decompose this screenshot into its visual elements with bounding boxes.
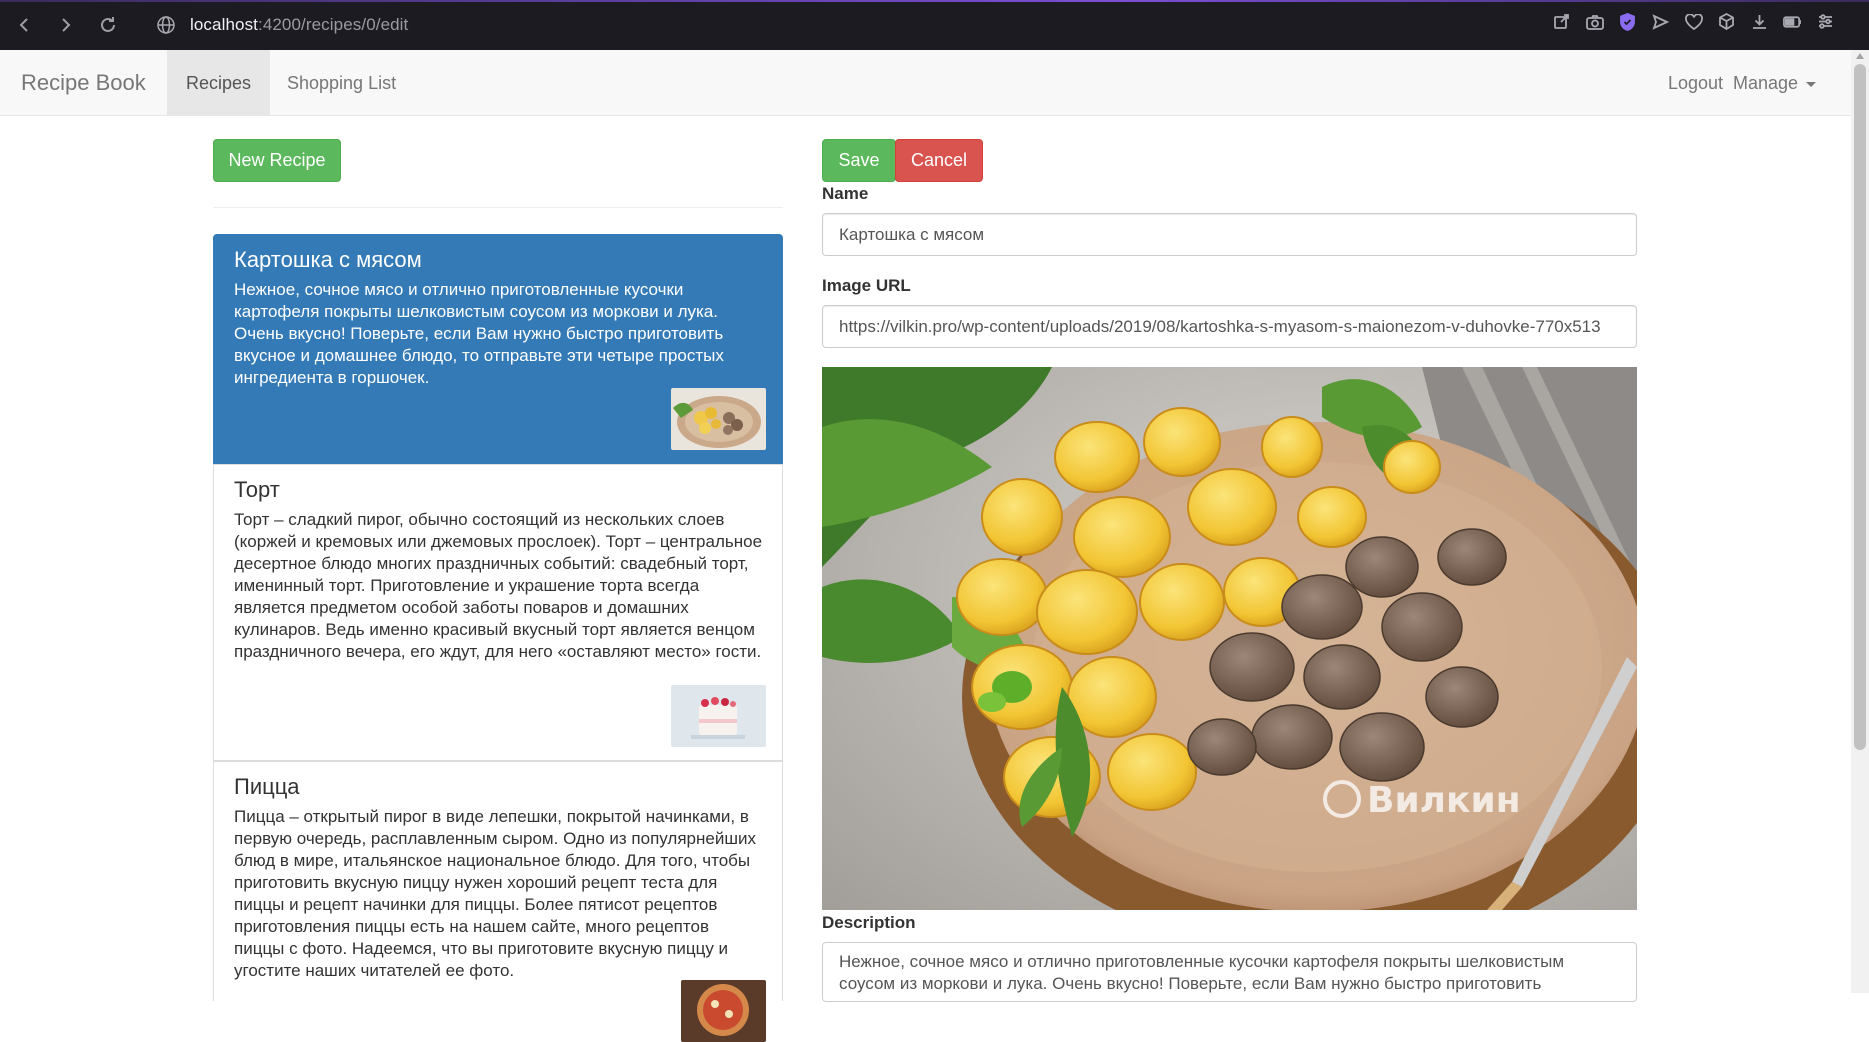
battery-icon[interactable] bbox=[1783, 12, 1802, 31]
recipe-thumbnail bbox=[671, 388, 766, 450]
recipe-name: Торт bbox=[234, 477, 280, 502]
share-icon[interactable] bbox=[1552, 12, 1571, 31]
brand-link[interactable]: Recipe Book bbox=[21, 50, 146, 116]
recipe-item[interactable]: Пицца Пицца – открытый пирог в виде лепе… bbox=[213, 761, 783, 1042]
recipe-image-preview: Вилкин bbox=[822, 367, 1637, 910]
image-url-label: Image URL bbox=[822, 276, 911, 295]
name-label: Name bbox=[822, 184, 869, 203]
download-icon[interactable] bbox=[1750, 12, 1769, 31]
recipe-name: Картошка с мясом bbox=[234, 247, 422, 272]
address-bar[interactable]: localhost:4200/recipes/0/edit bbox=[190, 15, 408, 35]
url-host: localhost bbox=[190, 15, 258, 34]
forward-icon[interactable] bbox=[48, 7, 84, 43]
name-input[interactable]: Картошка с мясом bbox=[822, 213, 1637, 256]
description-textarea[interactable]: Нежное, сочное мясо и отлично приготовле… bbox=[822, 942, 1637, 1002]
shield-icon[interactable] bbox=[1618, 12, 1637, 31]
save-button[interactable]: Save bbox=[822, 139, 896, 182]
recipe-description: Пицца – открытый пирог в виде лепешки, п… bbox=[234, 807, 756, 980]
cancel-button[interactable]: Cancel bbox=[895, 139, 983, 182]
divider bbox=[213, 207, 783, 208]
recipe-description: Нежное, сочное мясо и отлично приготовле… bbox=[234, 280, 724, 387]
manage-dropdown[interactable]: Manage bbox=[1714, 50, 1835, 116]
description-label: Description bbox=[822, 913, 916, 932]
recipe-name: Пицца bbox=[234, 774, 300, 799]
recipe-item[interactable]: Картошка с мясом Нежное, сочное мясо и о… bbox=[213, 234, 783, 464]
scroll-up-arrow-icon[interactable] bbox=[1856, 53, 1864, 59]
scroll-thumb[interactable] bbox=[1854, 64, 1866, 750]
browser-toolbar: localhost:4200/recipes/0/edit bbox=[0, 0, 1869, 50]
manage-label: Manage bbox=[1733, 73, 1799, 93]
caret-down-icon bbox=[1806, 81, 1817, 87]
watermark-text: Вилкин bbox=[1367, 780, 1521, 821]
image-url-input[interactable]: https://vilkin.pro/wp-content/uploads/20… bbox=[822, 305, 1637, 348]
reload-icon[interactable] bbox=[90, 7, 126, 43]
recipe-description: Торт – сладкий пирог, обычно состоящий и… bbox=[234, 510, 763, 661]
url-path: :4200/recipes/0/edit bbox=[258, 15, 409, 34]
recipe-thumbnail bbox=[671, 685, 766, 747]
recipe-thumbnail bbox=[681, 980, 766, 1042]
recipe-item[interactable]: Торт Торт – сладкий пирог, обычно состоя… bbox=[213, 464, 783, 761]
send-icon[interactable] bbox=[1651, 12, 1670, 31]
nav-recipes[interactable]: Recipes bbox=[167, 50, 271, 116]
settings-sliders-icon[interactable] bbox=[1816, 12, 1835, 31]
app-navbar: Recipe Book Recipes Shopping List Logout… bbox=[0, 50, 1851, 116]
globe-icon bbox=[156, 15, 176, 35]
nav-shopping-list[interactable]: Shopping List bbox=[268, 50, 415, 116]
new-recipe-button[interactable]: New Recipe bbox=[213, 139, 341, 182]
camera-icon[interactable] bbox=[1585, 12, 1604, 31]
heart-icon[interactable] bbox=[1684, 12, 1703, 31]
cube-icon[interactable] bbox=[1717, 12, 1736, 31]
page-scrollbar[interactable] bbox=[1851, 50, 1869, 993]
back-icon[interactable] bbox=[6, 7, 42, 43]
